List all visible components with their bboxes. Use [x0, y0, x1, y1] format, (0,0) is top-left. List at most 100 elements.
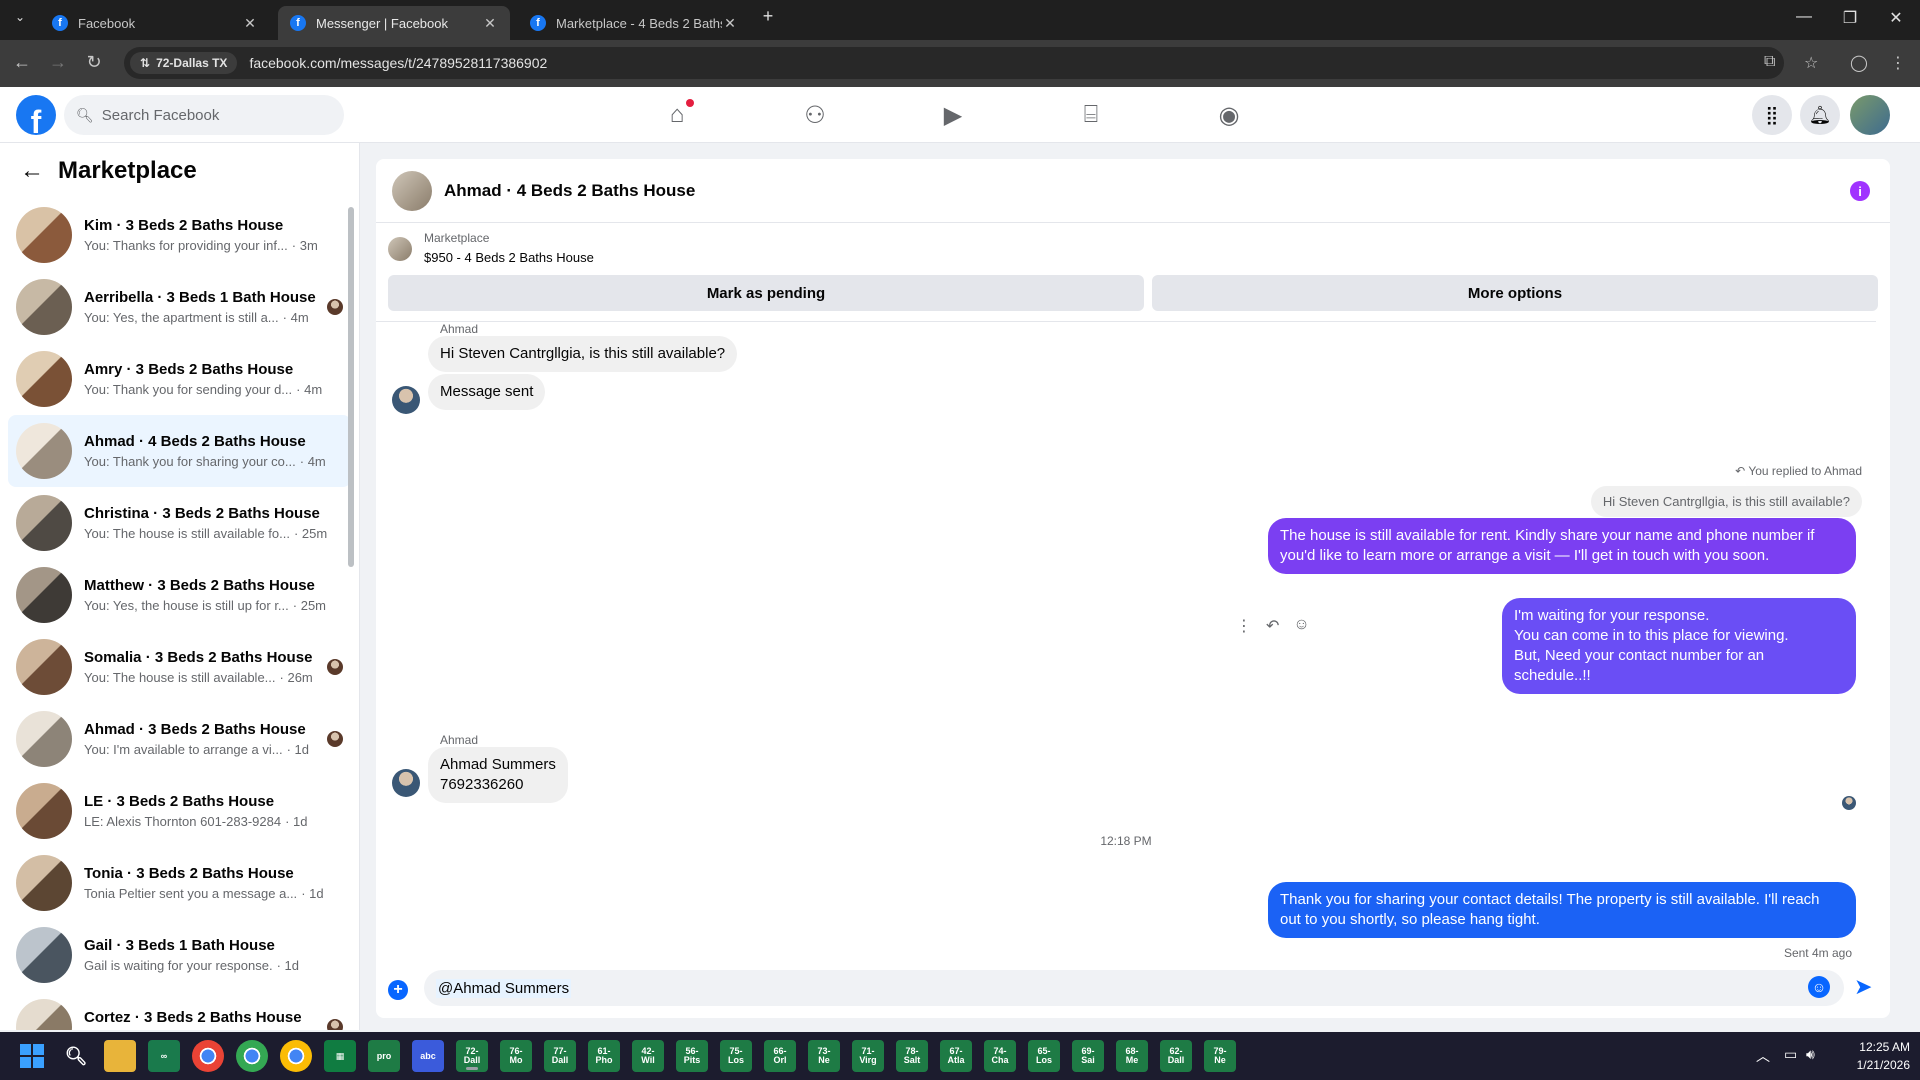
restore-icon[interactable]: ❐ [1830, 8, 1870, 28]
reply-icon[interactable]: ↶ [1266, 616, 1279, 636]
chrome-icon[interactable] [236, 1040, 268, 1072]
groups-icon[interactable]: ◉ [1174, 95, 1284, 135]
conversation-item[interactable]: Ahmad · 3 Beds 2 Baths House You: I'm ava… [8, 703, 351, 775]
tray-chevron-icon[interactable]: ︿ [1756, 1046, 1770, 1066]
app-icon[interactable]: abc [412, 1040, 444, 1072]
taskbar-app-icon[interactable]: 79- Ne [1204, 1040, 1236, 1072]
conversation-item[interactable]: Gail · 3 Beds 1 Bath House Gail is waitin… [8, 919, 351, 991]
conversation-item[interactable]: Cortez · 3 Beds 2 Baths HouseYou: Yes, t… [8, 991, 351, 1030]
browser-tab-marketplace[interactable]: f Marketplace - 4 Beds 2 Baths H ✕ [518, 6, 750, 40]
taskbar-app-icon[interactable]: 77- Dall [544, 1040, 576, 1072]
chat-avatar[interactable] [392, 170, 432, 211]
notifications-bell-icon[interactable]: 🔔︎ [1800, 95, 1840, 135]
spreadsheet-icon[interactable]: ▦ [324, 1040, 356, 1072]
incoming-message[interactable]: Hi Steven Cantrgllgia, is this still ava… [428, 336, 738, 372]
more-options-button[interactable]: More options [1152, 275, 1878, 311]
install-app-icon[interactable]: ⧉ [1764, 53, 1775, 71]
taskbar-app-icon[interactable]: 62- Dall [1160, 1040, 1192, 1072]
outgoing-message[interactable]: Thank you for sharing your contact detai… [1268, 882, 1856, 938]
app-icon[interactable]: pro [368, 1040, 400, 1072]
emoji-icon[interactable]: ☺ [1808, 976, 1830, 998]
conversation-item[interactable]: Somalia · 3 Beds 2 Baths House You: The h… [8, 631, 351, 703]
conversation-item[interactable]: Ahmad · 4 Beds 2 Baths House You: Thank y… [8, 415, 351, 487]
minimize-icon[interactable]: — [1784, 8, 1824, 26]
omnibox[interactable]: ⇅ 72-Dallas TX facebook.com/messages/t/2… [124, 47, 1784, 79]
listing-thumbnail[interactable] [388, 237, 412, 261]
chat-title[interactable]: Ahmad · 4 Beds 2 Baths House [444, 181, 695, 201]
taskbar-app-icon[interactable]: 74- Cha [984, 1040, 1016, 1072]
sidebar-scrollbar[interactable] [348, 207, 354, 567]
marketplace-icon[interactable]: ⌸ [1036, 95, 1146, 135]
account-avatar[interactable] [1850, 95, 1890, 135]
volume-icon[interactable]: 🔊︎ [1806, 1046, 1815, 1063]
conversation-item[interactable]: LE · 3 Beds 2 Baths House LE: Alexis Thor… [8, 775, 351, 847]
conversation-item[interactable]: Kim · 3 Beds 2 Baths House You: Thanks fo… [8, 199, 351, 271]
outgoing-message[interactable]: The house is still available for rent. K… [1268, 518, 1856, 574]
conversation-item[interactable]: Matthew · 3 Beds 2 Baths House You: Yes, … [8, 559, 351, 631]
app-icon[interactable]: ∞ [148, 1040, 180, 1072]
bookmark-star-icon[interactable]: ☆ [1804, 53, 1818, 73]
browser-tab-facebook[interactable]: f Facebook ✕ [40, 6, 270, 40]
taskbar-app-icon[interactable]: 61- Pho [588, 1040, 620, 1072]
taskbar-app-icon[interactable]: 75- Los [720, 1040, 752, 1072]
menu-grid-icon[interactable]: ⣿ [1752, 95, 1792, 135]
facebook-search-input[interactable]: 🔍︎ Search Facebook [64, 95, 344, 135]
windows-start-icon[interactable] [20, 1044, 44, 1068]
system-clock[interactable]: 12:25 AM 1/21/2026 [1818, 1038, 1910, 1074]
new-tab-icon[interactable]: + [748, 6, 788, 27]
taskbar-app-icon[interactable]: 68- Me [1116, 1040, 1148, 1072]
taskbar-app-icon[interactable]: 72- Dall [456, 1040, 488, 1072]
sender-avatar[interactable] [392, 769, 420, 797]
video-icon[interactable]: ▶ [898, 95, 1008, 135]
outgoing-message[interactable]: I'm waiting for your response. You can c… [1502, 598, 1856, 694]
conversation-item[interactable]: Aerribella · 3 Beds 1 Bath House You: Yes… [8, 271, 351, 343]
send-icon[interactable]: ➤ [1854, 974, 1872, 1000]
taskbar-app-icon[interactable]: 69- Sai [1072, 1040, 1104, 1072]
taskbar-app-icon[interactable]: 56- Pits [676, 1040, 708, 1072]
close-tab-icon[interactable]: ✕ [242, 15, 258, 32]
reload-icon[interactable]: ↻ [82, 52, 106, 73]
file-explorer-icon[interactable] [104, 1040, 136, 1072]
incoming-message[interactable]: Ahmad Summers 7692336260 [428, 747, 568, 803]
location-chip[interactable]: ⇅ 72-Dallas TX [130, 52, 238, 74]
mark-pending-button[interactable]: Mark as pending [388, 275, 1144, 311]
react-emoji-icon[interactable]: ☺ [1293, 616, 1309, 636]
conversation-item[interactable]: Amry · 3 Beds 2 Baths House You: Thank yo… [8, 343, 351, 415]
close-window-icon[interactable]: ✕ [1876, 8, 1916, 28]
chrome-icon[interactable] [192, 1040, 224, 1072]
taskbar-app-icon[interactable]: 76- Mo [500, 1040, 532, 1072]
friends-icon[interactable]: ⚇ [760, 95, 870, 135]
profile-icon[interactable]: ◯ [1850, 53, 1868, 73]
home-icon[interactable]: ⌂ [622, 95, 732, 135]
taskbar-app-icon[interactable]: 71- Virg [852, 1040, 884, 1072]
close-tab-icon[interactable]: ✕ [722, 15, 738, 32]
chrome-icon[interactable] [280, 1040, 312, 1072]
add-attachment-icon[interactable]: + [388, 980, 408, 1000]
taskbar-app-icon[interactable]: 42- Wil [632, 1040, 664, 1072]
more-icon[interactable]: ⋮ [1236, 616, 1252, 636]
listing-price[interactable]: $950 - 4 Beds 2 Baths House [424, 250, 594, 265]
incoming-message[interactable]: Message sent [428, 374, 546, 410]
search-icon[interactable]: 🔍︎ [60, 1040, 92, 1072]
back-arrow-icon[interactable]: ← [20, 157, 44, 185]
taskbar-app-icon[interactable]: 73- Ne [808, 1040, 840, 1072]
message-input[interactable]: @Ahmad Summers [424, 970, 1844, 1006]
taskbar-app-icon[interactable]: 65- Los [1028, 1040, 1060, 1072]
network-icon[interactable]: ▭ [1784, 1046, 1797, 1063]
tab-search-icon[interactable]: ⌄ [0, 10, 40, 24]
quoted-message[interactable]: Hi Steven Cantrgllgia, is this still ava… [1590, 486, 1862, 517]
conversation-item[interactable]: Christina · 3 Beds 2 Baths House You: The… [8, 487, 351, 559]
close-tab-icon[interactable]: ✕ [482, 15, 498, 32]
back-icon[interactable]: ← [10, 52, 34, 73]
taskbar-app-icon[interactable]: 67- Atla [940, 1040, 972, 1072]
taskbar-app-icon[interactable]: 78- Salt [896, 1040, 928, 1072]
sender-avatar[interactable] [392, 386, 420, 414]
conversation-item[interactable]: Tonia · 3 Beds 2 Baths House Tonia Peltie… [8, 847, 351, 919]
browser-tab-messenger[interactable]: f Messenger | Facebook ✕ [278, 6, 510, 40]
forward-icon[interactable]: → [46, 52, 70, 73]
info-icon[interactable]: i [1850, 181, 1870, 201]
listing-avatar [16, 567, 72, 623]
taskbar-app-icon[interactable]: 66- Orl [764, 1040, 796, 1072]
browser-menu-icon[interactable]: ⋮ [1890, 53, 1906, 73]
facebook-logo-icon[interactable]: f [16, 95, 56, 135]
